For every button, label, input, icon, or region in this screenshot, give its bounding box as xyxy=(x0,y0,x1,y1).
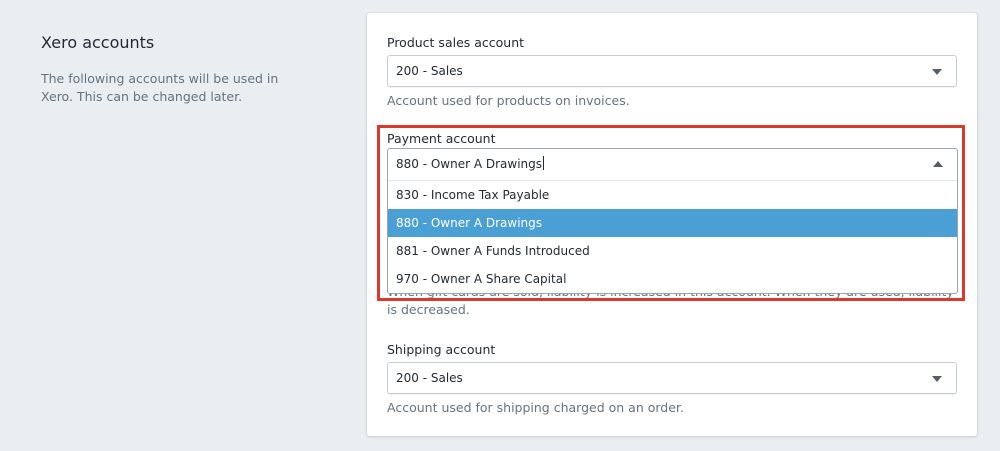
section-description: The following accounts will be used in X… xyxy=(41,71,279,104)
caret-down-icon xyxy=(932,376,942,382)
product-sales-field: Product sales account 200 - Sales Accoun… xyxy=(387,35,957,110)
product-sales-label: Product sales account xyxy=(387,35,525,50)
product-sales-value: 200 - Sales xyxy=(396,64,463,78)
product-sales-select[interactable]: 200 - Sales xyxy=(387,55,957,87)
payment-label: Payment account xyxy=(387,131,496,146)
payment-search-input[interactable]: 880 - Owner A Drawings xyxy=(388,149,957,181)
section-title: Xero accounts xyxy=(41,33,155,52)
payment-input-value: 880 - Owner A Drawings xyxy=(396,157,543,171)
payment-option[interactable]: 830 - Income Tax Payable xyxy=(388,181,957,209)
text-cursor xyxy=(543,156,545,170)
product-sales-help: Account used for products on invoices. xyxy=(387,93,630,108)
payment-option[interactable]: 881 - Owner A Funds Introduced xyxy=(388,237,957,265)
section-description-panel: Xero accounts The following accounts wil… xyxy=(41,32,301,106)
caret-up-icon[interactable] xyxy=(933,161,943,167)
settings-page: Xero accounts The following accounts wil… xyxy=(0,0,1000,451)
shipping-label: Shipping account xyxy=(387,342,496,357)
shipping-help: Account used for shipping charged on an … xyxy=(387,400,684,415)
shipping-field: Shipping account 200 - Sales Account use… xyxy=(387,342,957,417)
shipping-select[interactable]: 200 - Sales xyxy=(387,362,957,394)
caret-down-icon xyxy=(932,69,942,75)
shipping-value: 200 - Sales xyxy=(396,371,463,385)
payment-option-selected[interactable]: 880 - Owner A Drawings xyxy=(388,209,957,237)
accounts-card: Product sales account 200 - Sales Accoun… xyxy=(367,13,977,436)
payment-option[interactable]: 970 - Owner A Share Capital xyxy=(388,265,957,293)
payment-dropdown: 880 - Owner A Drawings 830 - Income Tax … xyxy=(387,148,958,294)
